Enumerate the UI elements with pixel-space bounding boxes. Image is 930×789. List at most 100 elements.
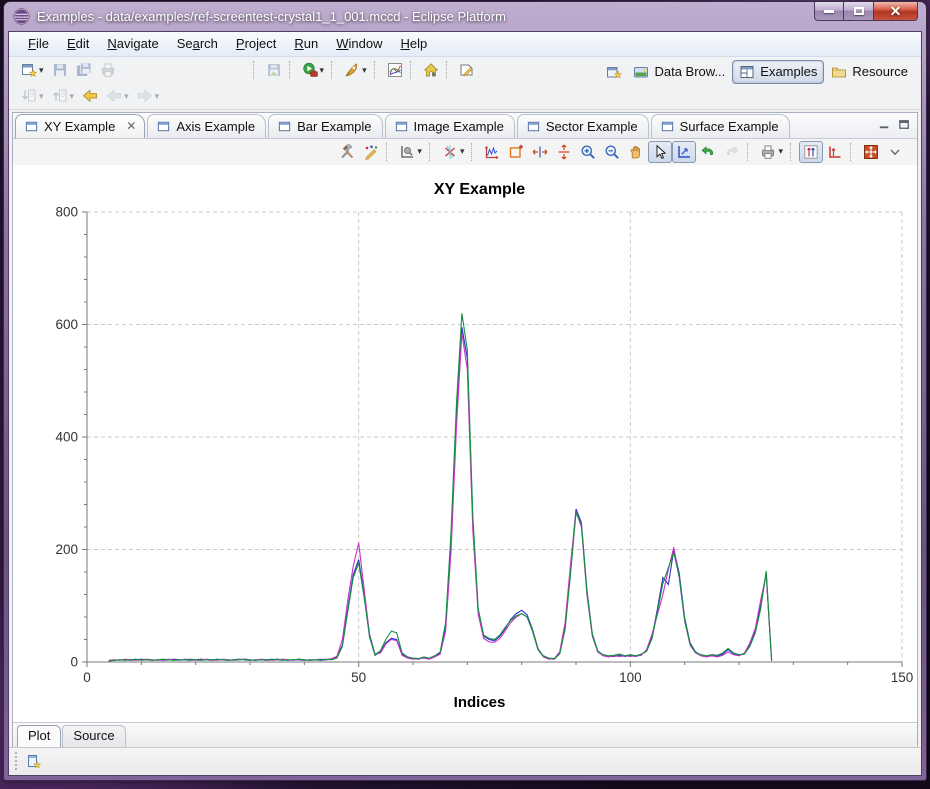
undo-icon bbox=[700, 144, 716, 160]
menu-file[interactable]: File bbox=[19, 33, 58, 54]
toolbar-separator bbox=[790, 143, 796, 161]
print-button bbox=[96, 59, 120, 81]
chart-title: XY Example bbox=[434, 181, 525, 198]
home-button[interactable] bbox=[419, 59, 443, 81]
menu-project[interactable]: Project bbox=[227, 33, 285, 54]
full-range-icon bbox=[863, 144, 879, 160]
dropdown-arrow-icon[interactable]: ▾ bbox=[320, 65, 325, 76]
eclipse-logo-icon bbox=[13, 8, 30, 25]
close-button[interactable]: ✕ bbox=[873, 2, 918, 21]
dropdown-arrow-icon[interactable]: ▾ bbox=[460, 146, 465, 157]
last-edit-location-button[interactable] bbox=[78, 85, 102, 107]
previous-annotation-button: ▾ bbox=[48, 85, 79, 107]
hand-icon bbox=[628, 144, 644, 160]
fit-vertical-button[interactable] bbox=[552, 141, 576, 163]
menu-navigate[interactable]: Navigate bbox=[98, 33, 167, 54]
tab-sector-example[interactable]: Sector Example bbox=[517, 114, 649, 138]
editor-minimize-icon bbox=[877, 117, 892, 132]
title-bar[interactable]: Examples - data/examples/ref-screentest-… bbox=[4, 2, 926, 31]
save-icon bbox=[52, 62, 68, 78]
show-both-axes-button[interactable] bbox=[799, 141, 823, 163]
y-tick-label: 400 bbox=[55, 429, 78, 444]
tab-close-icon[interactable]: ✕ bbox=[124, 119, 138, 133]
save-image-icon bbox=[266, 62, 282, 78]
axis-settings-button[interactable]: ▾ bbox=[395, 141, 426, 163]
menu-search[interactable]: Search bbox=[168, 33, 227, 54]
remove-region-button[interactable]: ▾ bbox=[438, 141, 469, 163]
new-wizard-button[interactable]: ▾ bbox=[17, 59, 48, 81]
dropdown-arrow-icon[interactable]: ▾ bbox=[778, 146, 783, 157]
dropdown-arrow-icon[interactable]: ▾ bbox=[155, 91, 160, 102]
fastview-button[interactable] bbox=[26, 753, 42, 769]
perspective-examples[interactable]: Examples bbox=[732, 60, 824, 84]
dropdown-arrow-icon[interactable]: ▾ bbox=[124, 91, 129, 102]
zoom-out-icon bbox=[604, 144, 620, 160]
tab-axis-example[interactable]: Axis Example bbox=[147, 114, 266, 138]
zoom-box-button[interactable] bbox=[504, 141, 528, 163]
editor-maximize-button[interactable] bbox=[895, 117, 913, 133]
toolbar-separator bbox=[374, 61, 380, 79]
tab-label: XY Example bbox=[44, 119, 115, 134]
editor-minimize-button[interactable] bbox=[875, 117, 893, 133]
toolbar-separator bbox=[410, 61, 416, 79]
tab-surface-example[interactable]: Surface Example bbox=[651, 114, 790, 138]
configure-settings-button[interactable] bbox=[335, 141, 359, 163]
new-wizard-icon bbox=[21, 62, 37, 78]
view-menu-button[interactable] bbox=[883, 141, 907, 163]
forward-button: ▾ bbox=[133, 85, 164, 107]
fit-h-icon bbox=[532, 144, 548, 160]
save-all-button bbox=[72, 59, 96, 81]
open-chart-icon bbox=[387, 62, 403, 78]
toolbar-separator bbox=[446, 61, 452, 79]
annotate-icon bbox=[459, 62, 475, 78]
dropdown-arrow-icon[interactable]: ▾ bbox=[39, 65, 44, 76]
zoom-out-button[interactable] bbox=[600, 141, 624, 163]
open-perspective-button[interactable] bbox=[602, 61, 626, 83]
menu-edit[interactable]: Edit bbox=[58, 33, 98, 54]
toolbar-separator bbox=[471, 143, 477, 161]
menu-run[interactable]: Run bbox=[285, 33, 327, 54]
dropdown-arrow-icon[interactable]: ▾ bbox=[362, 65, 367, 76]
menu-window[interactable]: Window bbox=[327, 33, 391, 54]
menu-help[interactable]: Help bbox=[391, 33, 436, 54]
series-3-line bbox=[109, 313, 772, 661]
maximize-button[interactable] bbox=[844, 2, 873, 21]
show-single-axis-button[interactable] bbox=[823, 141, 847, 163]
undo-button[interactable] bbox=[696, 141, 720, 163]
tab-xy-example[interactable]: XY Example ✕ bbox=[15, 114, 145, 138]
print-plot-button[interactable]: ▾ bbox=[756, 141, 787, 163]
dropdown-arrow-icon[interactable]: ▾ bbox=[70, 91, 75, 102]
reset-full-range-button[interactable] bbox=[859, 141, 883, 163]
pan-button[interactable] bbox=[624, 141, 648, 163]
plot-canvas[interactable]: 0501001500200400600800XY ExampleIndices bbox=[13, 165, 917, 722]
run-button[interactable]: ▾ bbox=[298, 59, 329, 81]
toolbar-separator bbox=[331, 61, 337, 79]
perspective-resource[interactable]: Resource bbox=[824, 60, 915, 84]
dropdown-arrow-icon[interactable]: ▾ bbox=[39, 91, 44, 102]
forward-icon bbox=[137, 88, 153, 104]
perspective-data-brow-[interactable]: Data Brow... bbox=[626, 60, 732, 84]
persp-resource-icon bbox=[831, 64, 847, 80]
tab-bar-example[interactable]: Bar Example bbox=[268, 114, 382, 138]
autoscale-button[interactable] bbox=[480, 141, 504, 163]
rectangle-zoom-tool-button[interactable] bbox=[672, 141, 696, 163]
pointer-icon bbox=[652, 144, 668, 160]
redo-button bbox=[720, 141, 744, 163]
minimize-button[interactable] bbox=[814, 2, 844, 21]
tab-bar-corner-buttons bbox=[875, 117, 913, 133]
edit-annotations-button[interactable] bbox=[359, 141, 383, 163]
annotate-button[interactable] bbox=[455, 59, 479, 81]
tab-plot[interactable]: Plot bbox=[17, 725, 61, 747]
axis-config-icon bbox=[399, 144, 415, 160]
tab-image-example[interactable]: Image Example bbox=[385, 114, 515, 138]
external-tools-button[interactable]: ▾ bbox=[340, 59, 371, 81]
open-plot-view-button[interactable] bbox=[383, 59, 407, 81]
tab-window-icon bbox=[394, 119, 409, 134]
dropdown-arrow-icon[interactable]: ▾ bbox=[417, 146, 422, 157]
pointer-select-button[interactable] bbox=[648, 141, 672, 163]
zoom-in-button[interactable] bbox=[576, 141, 600, 163]
window-title: Examples - data/examples/ref-screentest-… bbox=[37, 9, 506, 24]
last-edit-icon bbox=[82, 88, 98, 104]
fit-horizontal-button[interactable] bbox=[528, 141, 552, 163]
tab-source[interactable]: Source bbox=[62, 725, 125, 747]
